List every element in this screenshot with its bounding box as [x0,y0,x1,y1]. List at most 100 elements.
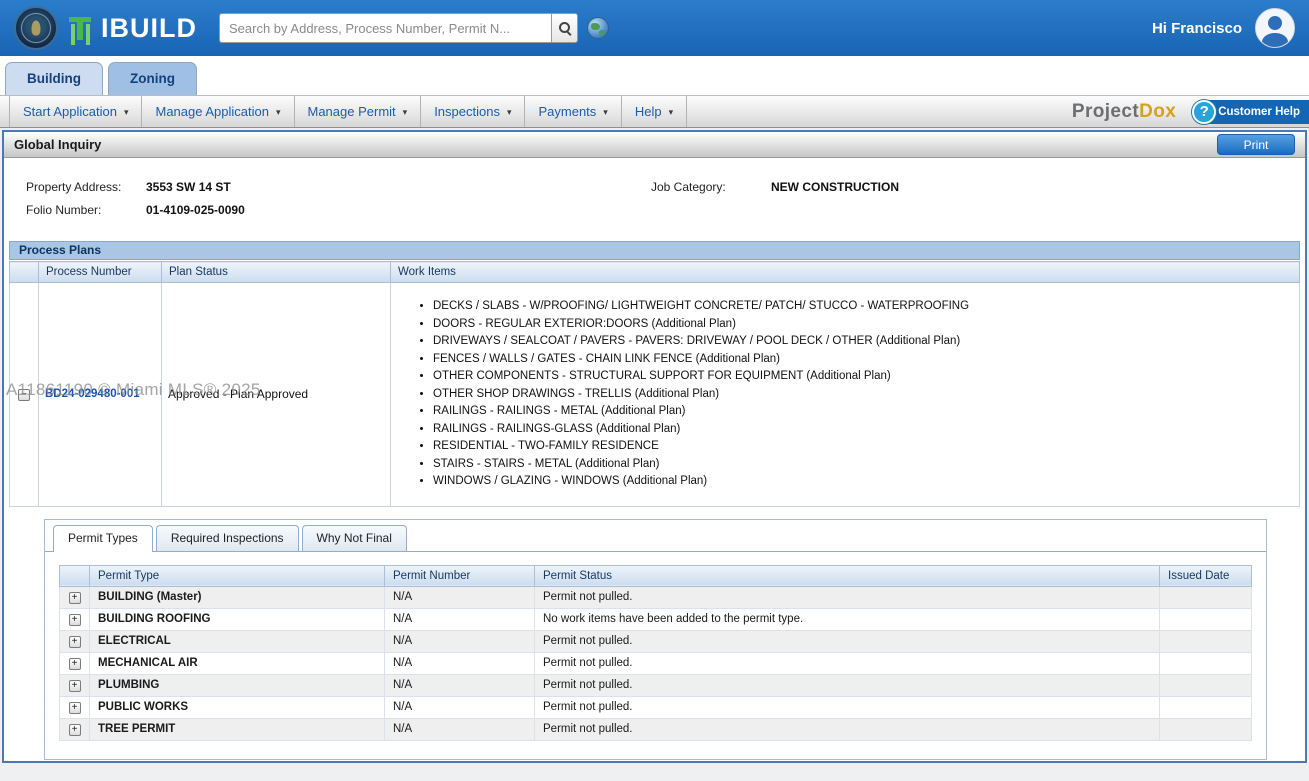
work-item: OTHER COMPONENTS - STRUCTURAL SUPPORT FO… [433,368,1293,386]
menubar-right: ProjectDox ? Customer Help [1072,96,1309,127]
collapse-row-button[interactable]: − [18,389,30,401]
menu-item-label: Inspections [434,104,500,119]
page-title-bar: Global Inquiry Print [4,132,1305,158]
permit-type-cell: TREE PERMIT [90,718,385,740]
permit-type-cell: BUILDING (Master) [90,586,385,608]
chevron-down-icon: ▾ [276,105,281,118]
expand-row-button[interactable]: + [69,658,81,670]
menu-item-label: Manage Application [155,104,268,119]
permit-number-cell: N/A [385,696,535,718]
issued-date-cell [1160,630,1252,652]
issued-date-cell [1160,718,1252,740]
plus-icon: + [72,681,78,691]
plus-icon: + [72,593,78,603]
detail-panel: Permit Types Required Inspections Why No… [44,519,1267,760]
globe-icon[interactable] [587,17,609,39]
plus-icon: + [72,659,78,669]
table-row: + ELECTRICAL N/A Permit not pulled. [60,630,1252,652]
permit-type-cell: ELECTRICAL [90,630,385,652]
table-row: + MECHANICAL AIR N/A Permit not pulled. [60,652,1252,674]
permit-status-cell: Permit not pulled. [535,718,1160,740]
city-of-miami-seal-logo [14,6,58,50]
process-number-link[interactable]: BD24-029480-001 [45,388,140,400]
work-item: DRIVEWAYS / SEALCOAT / PAVERS - PAVERS: … [433,333,1293,351]
plus-icon: + [72,615,78,625]
plan-status: Approved - Plan Approved [162,283,391,507]
menu-item[interactable]: Help ▾ [622,96,687,127]
permit-number-cell: N/A [385,586,535,608]
tab-required-inspections[interactable]: Required Inspections [156,525,299,551]
customer-help-label: Customer Help [1205,100,1309,124]
global-search [219,13,609,43]
property-address-label: Property Address: [26,180,146,194]
property-info: Property Address: 3553 SW 14 ST Job Cate… [4,158,1305,235]
menu-item[interactable]: Payments ▾ [525,96,621,127]
table-row: + TREE PERMIT N/A Permit not pulled. [60,718,1252,740]
permit-type-cell: PUBLIC WORKS [90,696,385,718]
brand-text: IBUILD [101,13,197,44]
plus-icon: + [72,637,78,647]
expand-row-button[interactable]: + [69,702,81,714]
process-plans-header: Process Plans [9,241,1300,260]
work-item: RAILINGS - RAILINGS - METAL (Additional … [433,403,1293,421]
expand-row-button[interactable]: + [69,724,81,736]
menu-item-label: Manage Permit [308,104,396,119]
permit-number-cell: N/A [385,608,535,630]
job-category-label: Job Category: [651,180,771,194]
menu-item[interactable]: Inspections ▾ [421,96,525,127]
menu-item[interactable]: Manage Permit ▾ [295,96,422,127]
issued-date-cell [1160,674,1252,696]
search-input[interactable] [219,13,551,43]
expand-row-button[interactable]: + [69,680,81,692]
projectdox-logo[interactable]: ProjectDox [1072,101,1176,123]
issued-date-cell [1160,586,1252,608]
process-number-column-header: Process Number [39,262,162,283]
top-header: IBUILD Hi Francisco [0,0,1309,56]
work-items-list: DECKS / SLABS - W/PROOFING/ LIGHTWEIGHT … [397,298,1293,491]
permit-status-cell: Permit not pulled. [535,586,1160,608]
permit-type-column-header: Permit Type [90,565,385,586]
chevron-down-icon: ▾ [669,105,674,118]
expand-row-button[interactable]: + [69,614,81,626]
question-mark-icon: ? [1192,100,1216,124]
work-item: FENCES / WALLS / GATES - CHAIN LINK FENC… [433,351,1293,369]
menu-item-label: Help [635,104,662,119]
work-items-column-header: Work Items [391,262,1300,283]
process-plans-section: Process Plans Process Number Plan Status… [9,241,1300,507]
department-tabs: Building Zoning [0,56,1309,95]
permit-status-cell: Permit not pulled. [535,674,1160,696]
work-item: WINDOWS / GLAZING - WINDOWS (Additional … [433,473,1293,491]
chevron-down-icon: ▾ [603,105,608,118]
customer-help-button[interactable]: ? Customer Help [1192,100,1309,124]
chevron-down-icon: ▾ [124,105,129,118]
expand-row-button[interactable]: + [69,636,81,648]
tab-permit-types[interactable]: Permit Types [53,525,153,552]
chevron-down-icon: ▾ [507,105,512,118]
permit-number-cell: N/A [385,674,535,696]
permit-types-table: Permit Type Permit Number Permit Status … [59,565,1252,741]
table-header-row: Process Number Plan Status Work Items [10,262,1300,283]
table-row: + PLUMBING N/A Permit not pulled. [60,674,1252,696]
user-area: Hi Francisco [1152,8,1295,48]
print-button[interactable]: Print [1217,134,1295,155]
plan-status-column-header: Plan Status [162,262,391,283]
process-plan-row: − BD24-029480-001 Approved - Plan Approv… [10,283,1300,507]
job-category-value: NEW CONSTRUCTION [771,180,1305,194]
work-item: RAILINGS - RAILINGS-GLASS (Additional Pl… [433,421,1293,439]
permit-types-rows: + BUILDING (Master) N/A Permit not pulle… [60,586,1252,740]
menu-item[interactable]: Manage Application ▾ [142,96,294,127]
tab-zoning[interactable]: Zoning [108,62,197,95]
chevron-down-icon: ▾ [403,105,408,118]
permit-number-cell: N/A [385,718,535,740]
plus-icon: + [72,725,78,735]
user-avatar[interactable] [1255,8,1295,48]
permit-type-cell: MECHANICAL AIR [90,652,385,674]
tab-why-not-final[interactable]: Why Not Final [302,525,407,551]
search-button[interactable] [551,13,578,43]
tab-building[interactable]: Building [5,62,103,95]
table-row: + BUILDING ROOFING N/A No work items hav… [60,608,1252,630]
expand-row-button[interactable]: + [69,592,81,604]
menu-item[interactable]: Start Application ▾ [9,96,142,127]
menu-item-label: Payments [538,104,596,119]
content-panel: Global Inquiry Print Property Address: 3… [2,130,1307,763]
